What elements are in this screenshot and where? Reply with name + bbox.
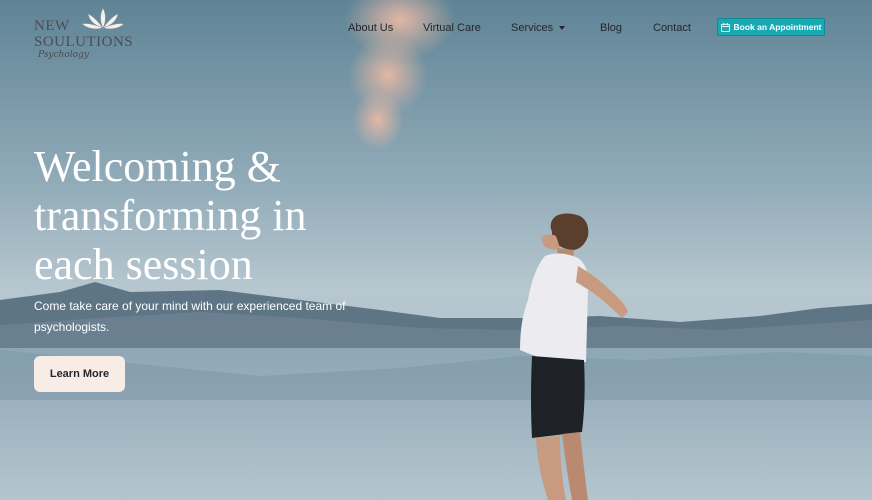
nav-item-services-label: Services — [511, 22, 554, 34]
hero-headline-line-2: transforming in — [34, 191, 307, 240]
book-appointment-button[interactable]: Book an Appointment — [717, 18, 825, 36]
hero-headline: Welcoming & transforming in each session — [34, 142, 364, 289]
chevron-down-icon — [559, 26, 566, 30]
hero-headline-line-3: each session — [34, 240, 253, 289]
nav-item-about-us[interactable]: About Us — [348, 22, 393, 34]
calendar-icon — [720, 22, 730, 32]
hero-section: NEW SOULUTIONS Psychology About Us Virtu… — [0, 0, 872, 500]
book-appointment-label: Book an Appointment — [733, 22, 822, 32]
nav-item-contact[interactable]: Contact — [653, 22, 691, 34]
hero-subtext: Come take care of your mind with our exp… — [34, 299, 346, 334]
logo-text-script: Psychology — [38, 50, 89, 60]
learn-more-button[interactable]: Learn More — [34, 356, 125, 392]
hero-headline-line-1: Welcoming & — [34, 142, 281, 191]
nav-item-services[interactable]: Services — [511, 22, 566, 34]
nav-item-virtual-care[interactable]: Virtual Care — [423, 22, 481, 34]
nav-item-blog[interactable]: Blog — [600, 22, 622, 34]
